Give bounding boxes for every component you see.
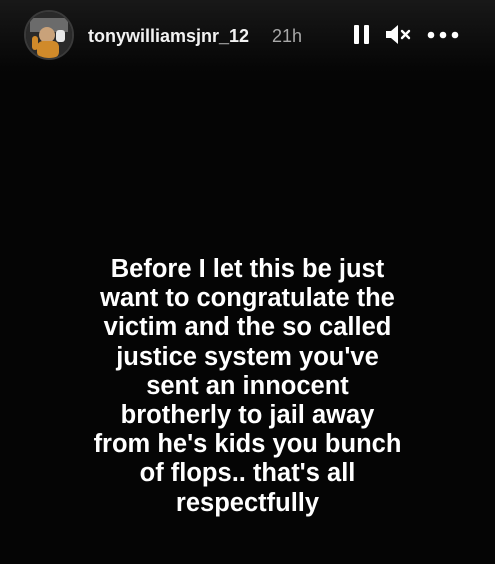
story-username[interactable]: tonywilliamsjnr_12 bbox=[88, 25, 249, 47]
pause-button[interactable] bbox=[351, 22, 373, 48]
story-text-line: want to congratulate the bbox=[100, 284, 395, 313]
story-viewer: tonywilliamsjnr_12 21h Before I let this… bbox=[0, 0, 495, 564]
speaker-muted-icon bbox=[386, 25, 411, 44]
story-text-line: respectfully bbox=[175, 488, 320, 517]
story-text-line: from he's kids you bunch bbox=[93, 430, 402, 459]
pause-icon bbox=[354, 25, 369, 44]
story-text-line: Before I let this be just bbox=[110, 255, 385, 283]
story-text-line: victim and the so called bbox=[103, 313, 392, 342]
story-header: tonywilliamsjnr_12 21h bbox=[0, 0, 495, 72]
more-horizontal-icon bbox=[427, 31, 459, 39]
story-text-line: brotherly to jail away bbox=[120, 401, 375, 430]
story-text-line: justice system you've bbox=[116, 342, 379, 371]
story-text-line: sent an innocent bbox=[146, 371, 349, 400]
story-timestamp: 21h bbox=[272, 26, 303, 46]
avatar[interactable] bbox=[24, 10, 74, 60]
more-options-button[interactable] bbox=[426, 22, 460, 48]
story-text: Before I let this be just want to congra… bbox=[20, 255, 475, 518]
mute-button[interactable] bbox=[384, 22, 414, 48]
story-text-line: of flops.. that's all bbox=[139, 459, 356, 488]
profile-photo bbox=[26, 12, 72, 58]
